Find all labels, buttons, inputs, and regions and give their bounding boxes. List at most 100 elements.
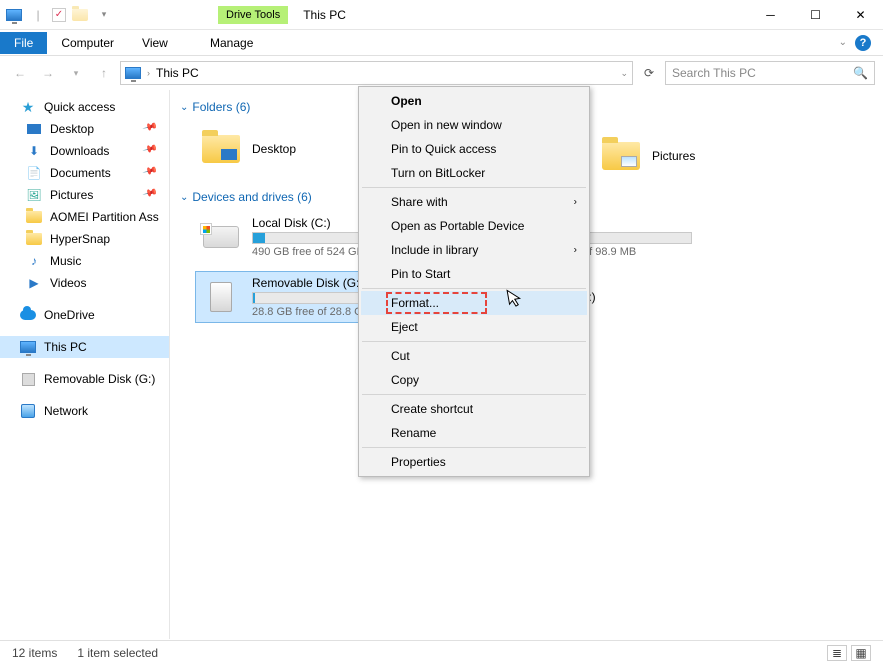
sidebar-label: Documents <box>50 166 111 180</box>
this-pc-icon <box>20 339 36 355</box>
sidebar-item-quick-access[interactable]: ★ Quick access <box>0 96 169 118</box>
sidebar-label: Pictures <box>50 188 93 202</box>
pin-icon: 📌 <box>141 163 164 183</box>
ctx-share-with[interactable]: Share with › <box>361 190 587 214</box>
back-button[interactable]: ← <box>8 61 32 85</box>
title-bar: | ✓ ▾ Drive Tools This PC ─ ☐ ✕ <box>0 0 883 30</box>
sidebar-item-onedrive[interactable]: OneDrive <box>0 304 169 326</box>
address-bar[interactable]: › This PC ⌄ <box>120 61 633 85</box>
window-title: This PC <box>303 8 346 22</box>
sidebar-item-removable-disk[interactable]: Removable Disk (G:) <box>0 368 169 390</box>
recent-dropdown-icon[interactable]: ▾ <box>64 61 88 85</box>
sidebar-item-pictures[interactable]: 🖼 Pictures 📌 <box>0 184 169 206</box>
status-selected-count: 1 item selected <box>77 646 158 660</box>
ctx-pin-start[interactable]: Pin to Start <box>361 262 587 286</box>
removable-drive-icon <box>200 279 242 315</box>
sidebar-item-music[interactable]: ♪ Music <box>0 250 169 272</box>
sidebar-label: HyperSnap <box>50 232 110 246</box>
details-view-button[interactable]: ≣ <box>827 645 847 661</box>
status-item-count: 12 items <box>12 646 57 660</box>
close-button[interactable]: ✕ <box>838 0 883 30</box>
hdd-icon <box>200 219 242 255</box>
help-icon[interactable]: ? <box>855 35 871 51</box>
navigation-pane: ★ Quick access Desktop 📌 ⬇ Downloads 📌 📄… <box>0 90 170 639</box>
sidebar-label: Quick access <box>44 100 115 114</box>
ctx-properties[interactable]: Properties <box>361 450 587 474</box>
refresh-button[interactable]: ⟳ <box>637 61 661 85</box>
ctx-bitlocker[interactable]: Turn on BitLocker <box>361 161 587 185</box>
contextual-tab-drive-tools: Drive Tools <box>218 6 288 24</box>
music-icon: ♪ <box>26 253 42 269</box>
ctx-open-portable[interactable]: Open as Portable Device <box>361 214 587 238</box>
section-label: Devices and drives (6) <box>192 190 311 204</box>
sidebar-item-hypersnap[interactable]: HyperSnap <box>0 228 169 250</box>
folder-pictures[interactable]: Pictures <box>596 136 766 176</box>
tab-computer[interactable]: Computer <box>47 32 128 54</box>
ribbon-expand-icon[interactable]: ⌄ <box>839 37 847 48</box>
properties-check-icon[interactable]: ✓ <box>52 8 66 22</box>
up-button[interactable]: ↑ <box>92 61 116 85</box>
sidebar-item-network[interactable]: Network <box>0 400 169 422</box>
chevron-down-icon: ⌄ <box>180 192 188 203</box>
network-icon <box>20 403 36 419</box>
sidebar-item-documents[interactable]: 📄 Documents 📌 <box>0 162 169 184</box>
sidebar-item-this-pc[interactable]: This PC <box>0 336 169 358</box>
downloads-icon: ⬇ <box>26 143 42 159</box>
tab-view[interactable]: View <box>128 32 182 54</box>
large-icons-view-button[interactable]: ▦ <box>851 645 871 661</box>
submenu-arrow-icon: › <box>574 245 577 256</box>
videos-icon: ▶ <box>26 275 42 291</box>
folder-icon <box>26 231 42 247</box>
ctx-eject[interactable]: Eject <box>361 315 587 339</box>
sidebar-label: Downloads <box>50 144 109 158</box>
ctx-open-new-window[interactable]: Open in new window <box>361 113 587 137</box>
ctx-open[interactable]: Open <box>361 89 587 113</box>
tab-manage[interactable]: Manage <box>196 32 267 54</box>
folder-desktop[interactable]: Desktop <box>196 122 366 176</box>
search-input[interactable]: Search This PC 🔍 <box>665 61 875 85</box>
navigation-bar: ← → ▾ ↑ › This PC ⌄ ⟳ Search This PC 🔍 <box>0 56 883 90</box>
tab-file[interactable]: File <box>0 32 47 54</box>
desktop-folder-icon <box>200 131 242 167</box>
search-placeholder: Search This PC <box>672 66 756 80</box>
sidebar-label: This PC <box>44 340 87 354</box>
context-menu: Open Open in new window Pin to Quick acc… <box>358 86 590 477</box>
ctx-label: Share with <box>391 195 448 209</box>
ctx-create-shortcut[interactable]: Create shortcut <box>361 397 587 421</box>
address-dropdown-icon[interactable]: ⌄ <box>620 68 628 79</box>
sidebar-label: Music <box>50 254 81 268</box>
ctx-cut[interactable]: Cut <box>361 344 587 368</box>
window-controls: ─ ☐ ✕ <box>748 0 883 30</box>
forward-button[interactable]: → <box>36 61 60 85</box>
sidebar-item-aomei[interactable]: AOMEI Partition Ass <box>0 206 169 228</box>
sidebar-item-videos[interactable]: ▶ Videos <box>0 272 169 294</box>
pictures-icon: 🖼 <box>26 187 42 203</box>
sidebar-item-desktop[interactable]: Desktop 📌 <box>0 118 169 140</box>
qat-dropdown-icon[interactable]: ▾ <box>94 5 114 25</box>
breadcrumb-chevron-icon[interactable]: › <box>147 68 150 78</box>
ctx-include-library[interactable]: Include in library› <box>361 238 587 262</box>
sidebar-item-downloads[interactable]: ⬇ Downloads 📌 <box>0 140 169 162</box>
pin-icon: 📌 <box>141 119 164 139</box>
minimize-button[interactable]: ─ <box>748 0 793 30</box>
ctx-format[interactable]: Format... <box>361 291 587 315</box>
new-folder-qat-icon[interactable] <box>70 5 90 25</box>
quick-access-icon: ★ <box>20 99 36 115</box>
search-icon[interactable]: 🔍 <box>853 66 868 80</box>
folder-icon <box>26 209 42 225</box>
desktop-icon <box>26 121 42 137</box>
sidebar-label: Desktop <box>50 122 94 136</box>
ctx-pin-quick-access[interactable]: Pin to Quick access <box>361 137 587 161</box>
ctx-separator <box>362 341 586 342</box>
pin-icon: 📌 <box>141 185 164 205</box>
sidebar-label: Videos <box>50 276 86 290</box>
section-label: Folders (6) <box>192 100 250 114</box>
ctx-copy[interactable]: Copy <box>361 368 587 392</box>
chevron-down-icon: ⌄ <box>180 102 188 113</box>
breadcrumb-location[interactable]: This PC <box>156 66 199 80</box>
ctx-separator <box>362 288 586 289</box>
ctx-label: Format... <box>391 296 439 310</box>
ctx-rename[interactable]: Rename <box>361 421 587 445</box>
submenu-arrow-icon: › <box>574 197 577 208</box>
maximize-button[interactable]: ☐ <box>793 0 838 30</box>
